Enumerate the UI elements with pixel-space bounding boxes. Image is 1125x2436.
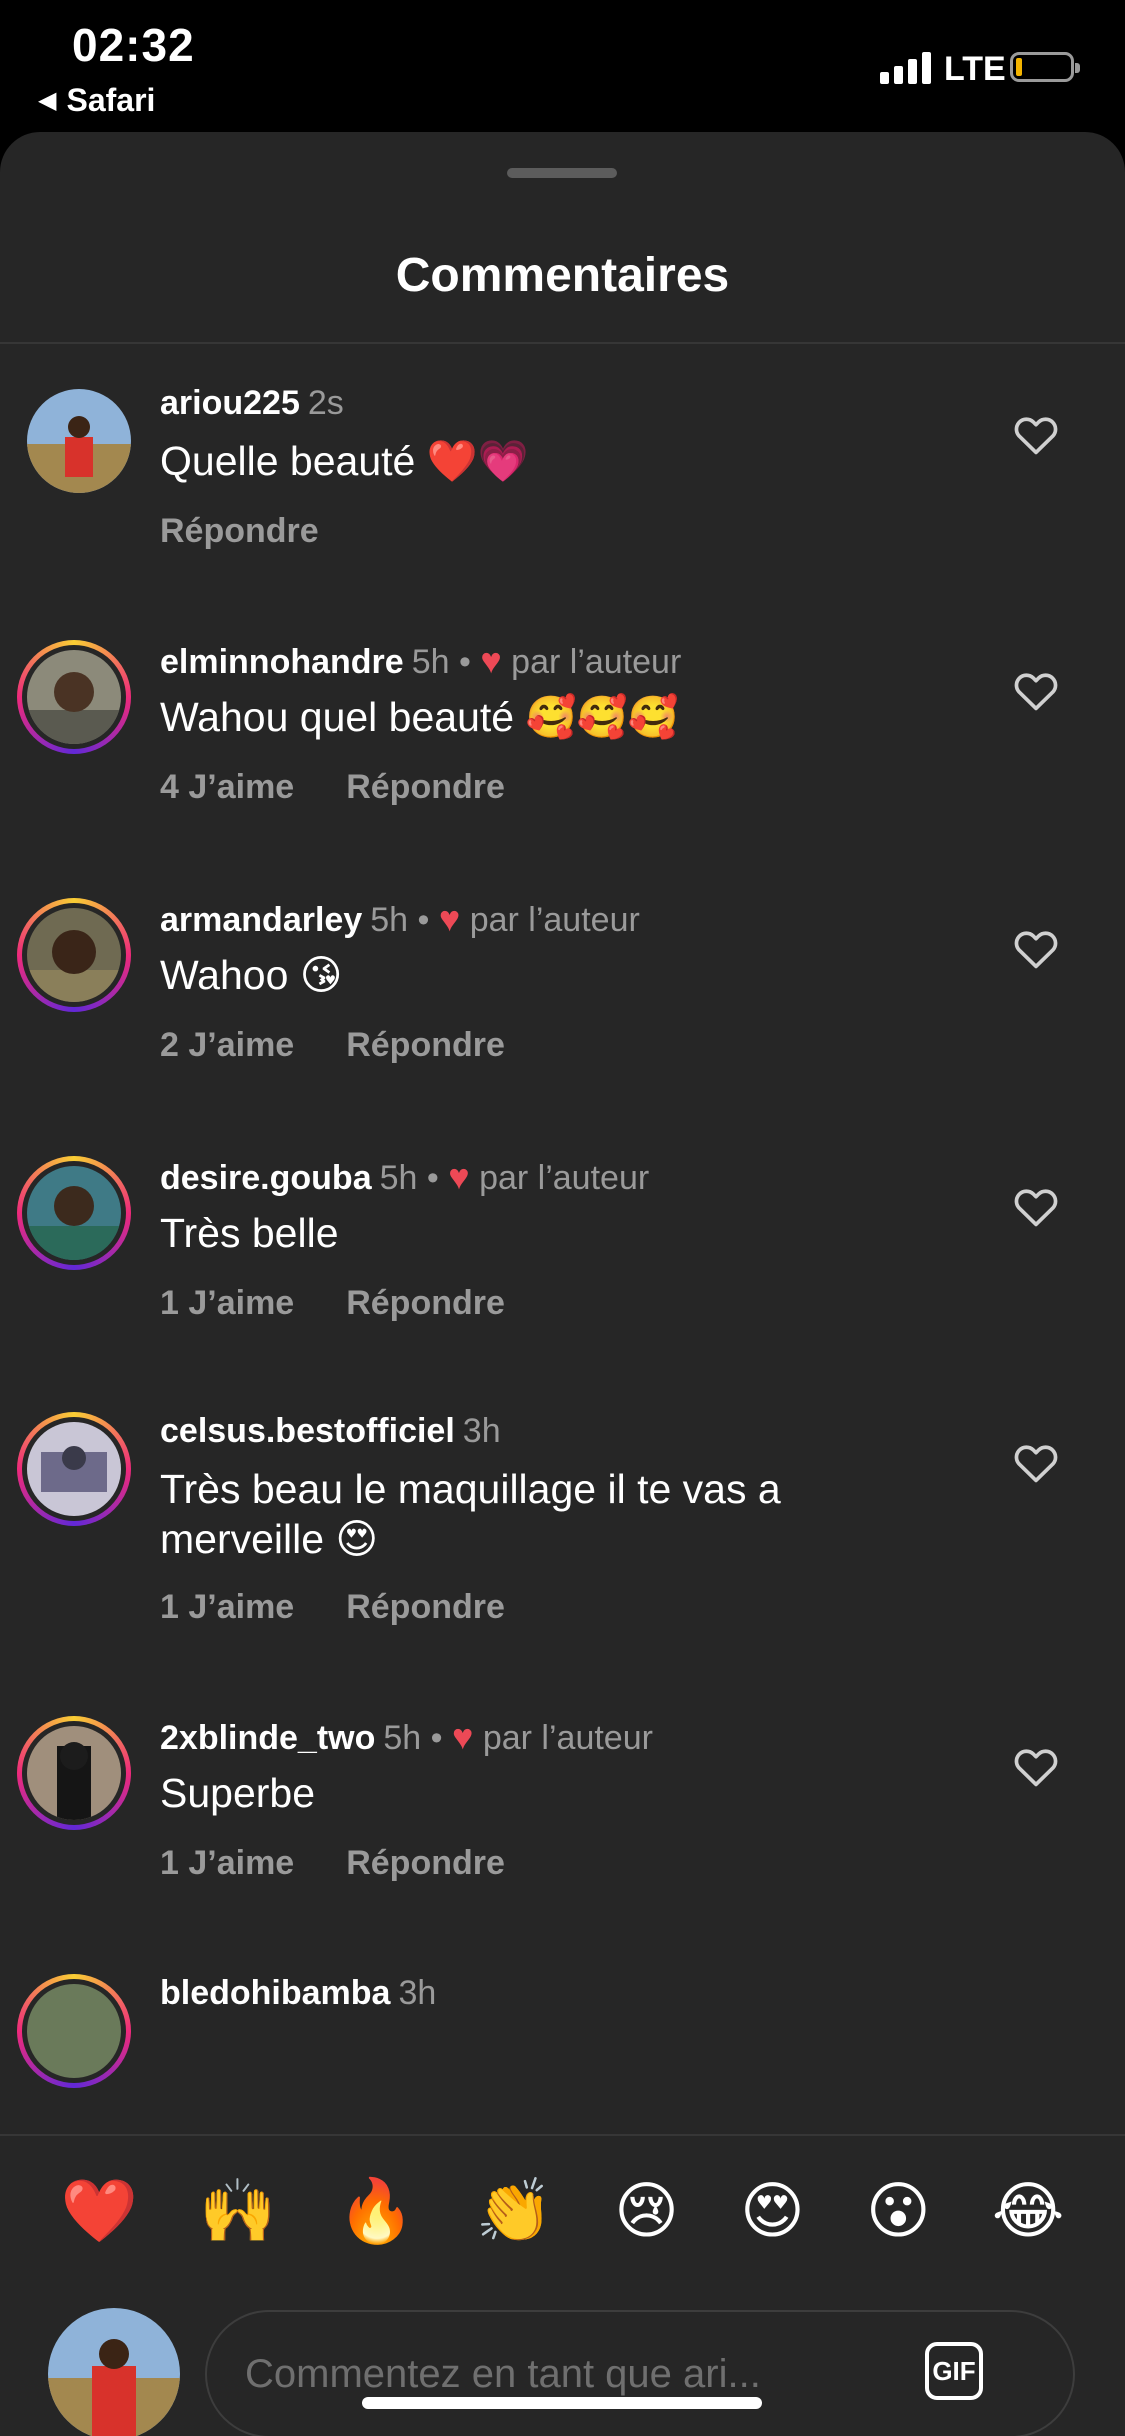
comment-username[interactable]: desire.gouba (160, 1159, 372, 1197)
sheet-title: Commentaires (395, 249, 730, 302)
comment-text: Quelle beauté ❤️💗 (160, 438, 529, 484)
avatar[interactable] (17, 1156, 131, 1270)
reply-button[interactable]: Répondre (346, 1588, 505, 1626)
likes-count-button[interactable]: 1 J’aime (160, 1844, 294, 1882)
home-indicator[interactable] (362, 2397, 762, 2409)
comment-actions: 1 J’aime Répondre (160, 1844, 505, 1883)
comment-meta: ariou225 2s (160, 384, 344, 423)
comment-time: 5h (370, 901, 409, 939)
avatar[interactable] (17, 1716, 131, 1830)
comment-username[interactable]: bledohibamba (160, 1974, 390, 2012)
liked-by-author: • ♥ par l’auteur (417, 898, 640, 939)
heart-filled-icon: ♥ (438, 898, 461, 939)
comment-input[interactable]: Commentez en tant que ari... GIF (205, 2310, 1075, 2436)
comment-text: Très belle (160, 1210, 339, 1256)
reaction-surprised[interactable]: 😮 (866, 2172, 931, 2252)
liked-by-author: • ♥ par l’auteur (430, 1716, 653, 1757)
reaction-raised-hands[interactable]: 🙌 (199, 2172, 276, 2252)
gif-button[interactable]: GIF (925, 2342, 983, 2400)
comment-input-placeholder: Commentez en tant que ari... (245, 2352, 761, 2396)
reply-button[interactable]: Répondre (346, 768, 505, 806)
reaction-heart-eyes[interactable]: 😍 (740, 2172, 805, 2252)
avatar[interactable] (17, 1412, 131, 1526)
comment-actions: 1 J’aime Répondre (160, 1588, 505, 1627)
back-app-label: Safari (66, 82, 156, 118)
comment-time: 5h (383, 1719, 422, 1757)
comment-username[interactable]: armandarley (160, 901, 362, 939)
comment-text: Très beau le maquillage il te vas a merv… (160, 1466, 781, 1562)
comment-actions: 2 J’aime Répondre (160, 1026, 505, 1065)
comment-meta: desire.gouba 5h • ♥ par l’auteur (160, 1156, 649, 1198)
my-avatar (48, 2308, 180, 2436)
comment-username[interactable]: 2xblinde_two (160, 1719, 375, 1757)
quick-reactions-bar: ❤️ 🙌 🔥 👏 😢 😍 😮 😂 (0, 2172, 1125, 2252)
likes-count-button[interactable]: 4 J’aime (160, 768, 294, 806)
comment-time: 5h (379, 1159, 418, 1197)
comment-meta: elminnohandre 5h • ♥ par l’auteur (160, 640, 681, 682)
comments-sheet: Commentaires ariou225 2s Quelle beauté ❤️… (0, 132, 1125, 2436)
comment-username[interactable]: ariou225 (160, 384, 300, 422)
comment-time: 3h (462, 1412, 501, 1450)
reply-button[interactable]: Répondre (346, 1026, 505, 1064)
reaction-clap[interactable]: 👏 (476, 2172, 553, 2252)
likes-count-button[interactable]: 1 J’aime (160, 1284, 294, 1322)
reaction-fire[interactable]: 🔥 (337, 2172, 414, 2252)
heart-outline-icon[interactable] (1010, 1180, 1062, 1232)
signal-icon (880, 50, 931, 84)
battery-icon (1010, 52, 1080, 82)
liked-by-author: • ♥ par l’auteur (458, 640, 682, 681)
heart-filled-icon: ♥ (452, 1716, 474, 1757)
comment-text: Superbe (160, 1770, 316, 1816)
back-to-app-button[interactable]: ◀ Safari (38, 82, 155, 119)
likes-count-button[interactable]: 2 J’aime (160, 1026, 294, 1064)
avatar[interactable] (22, 384, 136, 498)
reaction-crying[interactable]: 😢 (614, 2172, 679, 2252)
avatar[interactable] (17, 640, 131, 754)
heart-outline-icon[interactable] (1010, 408, 1062, 460)
back-triangle-icon: ◀ (38, 87, 57, 114)
reaction-laughing[interactable]: 😂 (992, 2172, 1064, 2252)
comment-time: 5h (411, 643, 450, 681)
heart-filled-icon: ♥ (448, 1156, 470, 1197)
comment-username[interactable]: celsus.bestofficiel (160, 1412, 455, 1450)
likes-count-button[interactable]: 1 J’aime (160, 1588, 294, 1626)
heart-outline-icon[interactable] (1010, 1740, 1062, 1792)
reactions-divider (0, 2134, 1125, 2136)
comment-text: Wahoo 😘 (160, 952, 343, 998)
author-label: par l’auteur (511, 643, 682, 681)
heart-filled-icon: ♥ (480, 640, 502, 681)
author-label: par l’auteur (479, 1159, 650, 1197)
comment-meta: 2xblinde_two 5h • ♥ par l’auteur (160, 1716, 653, 1758)
status-bar: 02:32 ◀ Safari LTE (0, 0, 1125, 132)
comment-meta: armandarley 5h • ♥ par l’auteur (160, 898, 640, 940)
avatar[interactable] (17, 1974, 131, 2088)
author-label: par l’auteur (482, 1719, 653, 1757)
comment-meta: celsus.bestofficiel 3h (160, 1412, 501, 1451)
heart-outline-icon[interactable] (1010, 1436, 1062, 1488)
comment-actions: 1 J’aime Répondre (160, 1284, 505, 1323)
author-label: par l’auteur (469, 901, 640, 939)
comment-actions: 4 J’aime Répondre (160, 768, 505, 807)
comment-time: 3h (398, 1974, 437, 2012)
heart-outline-icon[interactable] (1010, 922, 1062, 974)
liked-by-author: • ♥ par l’auteur (426, 1156, 650, 1197)
avatar[interactable] (17, 898, 131, 1012)
comment-time: 2s (307, 384, 344, 422)
heart-outline-icon[interactable] (1010, 664, 1062, 716)
network-label: LTE (944, 50, 1006, 88)
reaction-heart[interactable]: ❤️ (61, 2172, 138, 2252)
comment-username[interactable]: elminnohandre (160, 643, 404, 681)
sheet-grabber[interactable] (507, 168, 617, 178)
reply-button[interactable]: Répondre (160, 512, 319, 550)
reply-button[interactable]: Répondre (346, 1844, 505, 1882)
reply-button[interactable]: Répondre (346, 1284, 505, 1322)
comment-actions: Répondre (160, 512, 319, 551)
comment-meta: bledohibamba 3h (160, 1974, 436, 2013)
status-time: 02:32 (72, 19, 195, 71)
comments-list[interactable]: ariou225 2s Quelle beauté ❤️💗 Répondre el… (0, 344, 1125, 2134)
comment-text: Wahou quel beauté 🥰🥰🥰 (160, 694, 679, 740)
comment-composer: Commentez en tant que ari... GIF (0, 2292, 1125, 2436)
